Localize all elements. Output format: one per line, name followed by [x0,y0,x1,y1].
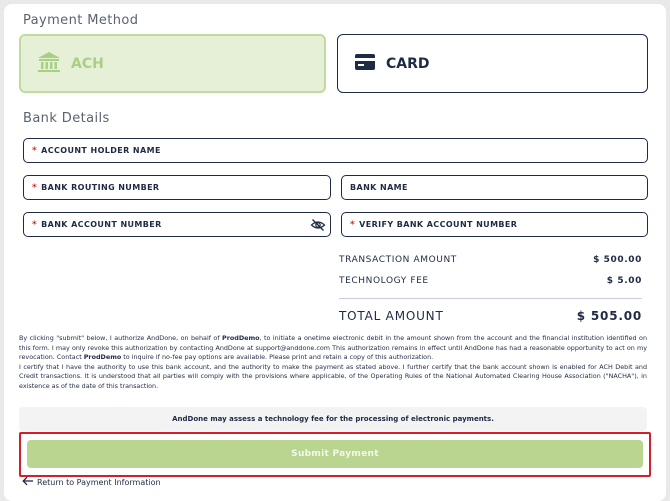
card-option[interactable]: CARD [337,34,648,93]
bank-details-title: Bank Details [23,111,110,126]
required-marker: * [32,182,38,193]
ach-label: ACH [71,55,104,72]
return-to-payment-information-link[interactable]: Return to Payment Information [22,476,161,488]
authorization-text-part: By clicking "submit" below, I authorize … [19,334,223,342]
return-link-label: Return to Payment Information [37,477,161,487]
required-marker: * [32,145,38,156]
technology-fee-notice: AndDone may assess a technology fee for … [19,407,647,431]
transaction-amount-row: TRANSACTION AMOUNT $ 500.00 [339,255,642,265]
merchant-name: ProdDemo [83,353,122,362]
account-holder-name-field[interactable]: * ACCOUNT HOLDER NAME [23,138,648,163]
total-amount-value: $ 505.00 [576,309,642,323]
eye-slash-icon[interactable] [310,217,326,233]
authorization-paragraph: By clicking "submit" below, I authorize … [19,334,647,363]
submit-payment-button[interactable]: Submit Payment [27,440,643,468]
account-holder-name-label: ACCOUNT HOLDER NAME [41,146,161,155]
transaction-amount-label: TRANSACTION AMOUNT [339,255,457,265]
arrow-left-icon [22,476,34,488]
authorization-text-part: to inquire if no-fee pay options are ava… [121,353,434,362]
bank-routing-number-label: BANK ROUTING NUMBER [41,183,160,192]
summary-divider [339,298,642,299]
authorization-text: By clicking "submit" below, I authorize … [19,334,647,392]
bank-name-label: BANK NAME [350,183,408,192]
submit-highlight-frame: Submit Payment [19,432,651,477]
total-amount-label: TOTAL AMOUNT [339,309,444,323]
total-amount-row: TOTAL AMOUNT $ 505.00 [339,309,642,323]
certification-paragraph: I certify that I have the authority to u… [19,362,647,390]
verify-bank-account-number-field[interactable]: * VERIFY BANK ACCOUNT NUMBER [341,212,648,237]
technology-fee-row: TECHNOLOGY FEE $ 5.00 [339,276,642,286]
verify-bank-account-number-label: VERIFY BANK ACCOUNT NUMBER [359,220,518,229]
merchant-name: ProdDemo [222,334,260,342]
required-marker: * [32,219,38,230]
payment-method-title: Payment Method [23,13,139,28]
card-label: CARD [386,55,430,72]
required-marker: * [350,219,356,230]
bank-icon [37,51,61,77]
bank-account-number-label: BANK ACCOUNT NUMBER [41,220,162,229]
bank-routing-number-field[interactable]: * BANK ROUTING NUMBER [23,175,331,200]
bank-account-number-field[interactable]: * BANK ACCOUNT NUMBER [23,212,331,237]
ach-option[interactable]: ACH [19,34,326,93]
credit-card-icon [354,53,376,75]
technology-fee-label: TECHNOLOGY FEE [339,276,429,286]
bank-name-field[interactable]: BANK NAME [341,175,648,200]
technology-fee-value: $ 5.00 [606,276,642,286]
transaction-amount-value: $ 500.00 [593,255,642,265]
